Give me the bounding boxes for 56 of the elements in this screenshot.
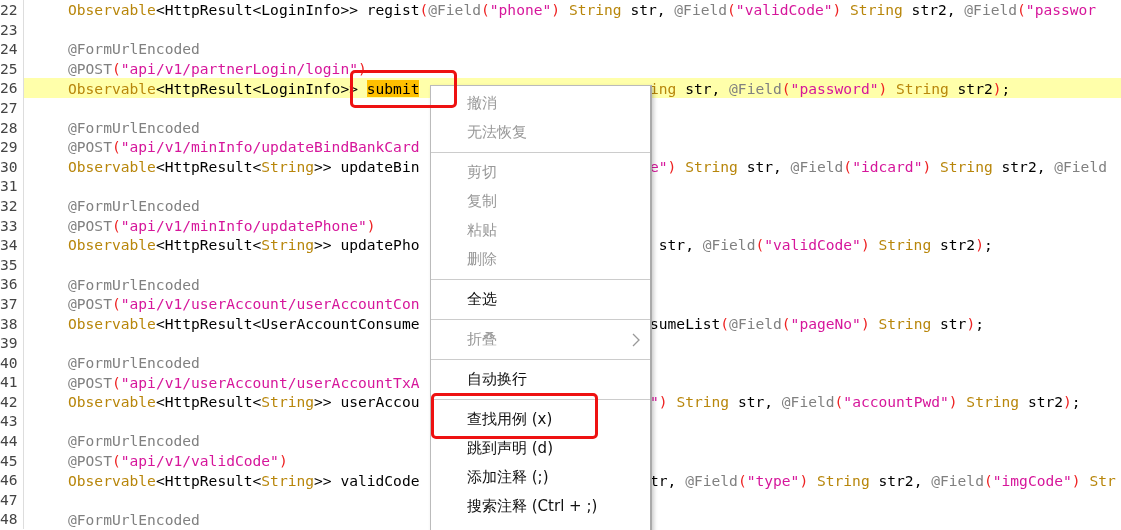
code-text: Observable<HttpResult<String>> updatePho [68, 236, 421, 254]
code-text: ing str, @Field("password") String str2); [650, 79, 1011, 97]
line-number: 35 [0, 254, 24, 275]
code-text: tr, @Field("type") String str2, @Field("imgCode") Str [650, 471, 1116, 489]
line-number: 28 [0, 117, 24, 138]
code-text: @POST("api/v1/minInfo/updatePhone") [68, 216, 376, 234]
line-number: 30 [0, 156, 24, 177]
code-text: @FormUrlEncoded [68, 275, 200, 293]
code-text: ") String str, @Field("accountPwd") String str2); [650, 393, 1081, 411]
line-number: 37 [0, 293, 24, 314]
line-number: 36 [0, 274, 24, 294]
line-number: 39 [0, 333, 24, 353]
code-text: @FormUrlEncoded [68, 40, 200, 58]
menu-item[interactable]: 添加注释 (;) [431, 463, 650, 492]
code-text: @FormUrlEncoded [68, 354, 200, 371]
line-number: 48 [0, 509, 24, 530]
line-number: 41 [0, 372, 24, 392]
line-number: 46 [0, 470, 24, 490]
line-number: 44 [0, 431, 24, 451]
code-text: Observable<HttpResult<LoginInfo>> regist(@Field("phone") String str, @Field("validCode") String str2, @Field("passwor [68, 1, 1097, 19]
code-text: @POST("api/v1/minInfo/updateBindBankCard [68, 138, 420, 156]
code-text: @FormUrlEncoded [68, 510, 200, 528]
line-number: 29 [0, 137, 24, 157]
line-number: 34 [0, 235, 24, 255]
line-number: 31 [0, 176, 24, 196]
line-number: 23 [0, 19, 24, 40]
code-text: @POST("api/v1/userAccount/userAccountTxA [68, 373, 420, 391]
line-number: 26 [0, 78, 24, 98]
line-number: 43 [0, 411, 24, 432]
code-text: Observable<HttpResult<String>> updateBin [68, 158, 421, 176]
code-text: @POST("api/v1/userAccount/userAccountCon [68, 295, 420, 313]
menu-item[interactable]: 查找用例 (x) [431, 405, 650, 434]
code-text: @FormUrlEncoded [68, 118, 200, 136]
menu-item[interactable]: 自动换行 [431, 365, 650, 394]
code-text: str, @Field("validCode") String str2); [657, 236, 993, 254]
menu-item[interactable]: 跳到声明 (d) [431, 434, 650, 463]
code-text: @FormUrlEncoded [68, 197, 200, 215]
line-number: 47 [0, 489, 24, 510]
code-text: Observable<HttpResult<String>> validCode [68, 471, 421, 489]
line-number: 24 [0, 39, 24, 59]
line-number: 22 [0, 0, 24, 20]
code-text: Observable<HttpResult<String>> userAccou [68, 393, 421, 411]
code-text: Observable<HttpResult<UserAccountConsume [68, 314, 421, 332]
line-number: 32 [0, 195, 24, 216]
line-number: 38 [0, 313, 24, 334]
line-number: 33 [0, 215, 24, 236]
code-text: sumeList(@Field("pageNo") String str); [650, 314, 984, 332]
code-text: @POST("api/v1/validCode") [68, 451, 288, 469]
menu-item[interactable]: 搜索注释 (Ctrl + ;) [431, 492, 650, 521]
line-number: 45 [0, 450, 24, 471]
line-number: 40 [0, 352, 24, 373]
line-number: 42 [0, 391, 24, 412]
code-text: @FormUrlEncoded [68, 432, 200, 450]
menu-item[interactable]: 全选 [431, 285, 650, 314]
line-number: 25 [0, 58, 24, 79]
line-number: 27 [0, 97, 24, 118]
